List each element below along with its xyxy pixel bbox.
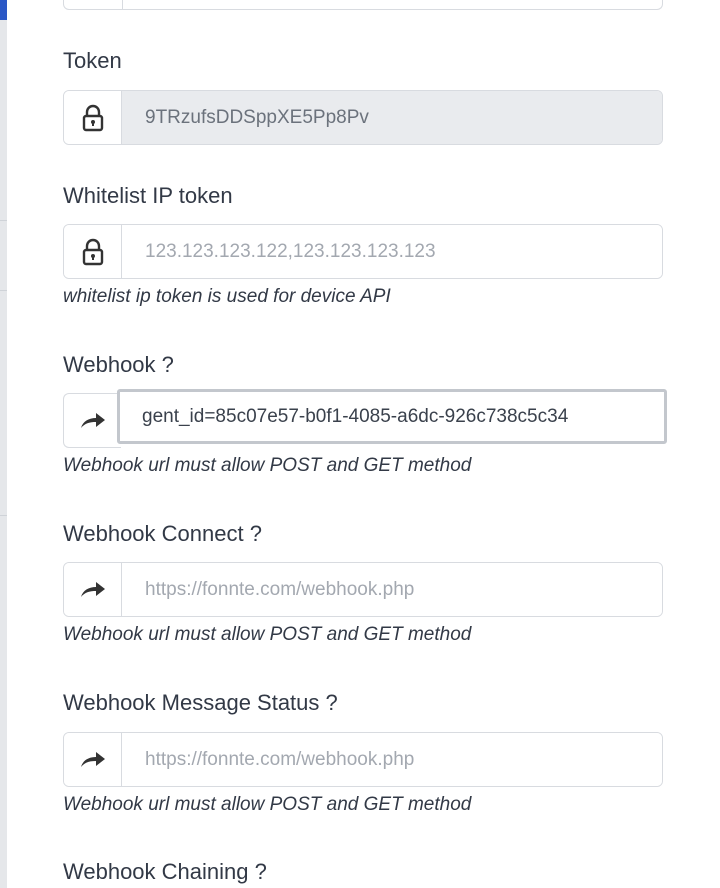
webhook-url-input[interactable] bbox=[120, 392, 664, 441]
share-arrow-icon bbox=[64, 563, 122, 616]
whitelist-ip-input[interactable] bbox=[122, 225, 662, 278]
webhook-connect-label: Webhook Connect ? bbox=[63, 521, 262, 546]
background-divider bbox=[0, 290, 7, 291]
webhook-label: Webhook ? bbox=[63, 352, 174, 377]
share-arrow-icon bbox=[64, 733, 122, 786]
webhook-input-group bbox=[117, 389, 667, 444]
webhook-connect-input[interactable] bbox=[122, 563, 662, 616]
whitelist-input-group bbox=[63, 224, 663, 279]
token-label: Token bbox=[63, 48, 122, 73]
share-arrow-icon bbox=[63, 393, 121, 448]
background-page bbox=[0, 0, 7, 888]
webhook-status-label: Webhook Message Status ? bbox=[63, 690, 338, 715]
lock-icon bbox=[64, 225, 122, 278]
webhook-status-help-text: Webhook url must allow POST and GET meth… bbox=[63, 794, 472, 815]
background-divider bbox=[0, 515, 7, 516]
token-field[interactable] bbox=[122, 91, 662, 144]
token-input-group bbox=[63, 90, 663, 145]
webhook-help-text: Webhook url must allow POST and GET meth… bbox=[63, 455, 472, 476]
lock-icon bbox=[64, 91, 122, 144]
background-accent bbox=[0, 0, 7, 20]
webhook-chaining-label: Webhook Chaining ? bbox=[63, 859, 267, 884]
webhook-status-input[interactable] bbox=[122, 733, 662, 786]
whitelist-help-text: whitelist ip token is used for device AP… bbox=[63, 286, 391, 307]
settings-modal: Token Whitelist IP token bbox=[7, 0, 720, 888]
webhook-status-input-group bbox=[63, 732, 663, 787]
webhook-connect-help-text: Webhook url must allow POST and GET meth… bbox=[63, 624, 472, 645]
webhook-connect-input-group bbox=[63, 562, 663, 617]
whitelist-label: Whitelist IP token bbox=[63, 183, 233, 208]
previous-input-group bbox=[63, 0, 663, 10]
background-divider bbox=[0, 220, 7, 221]
